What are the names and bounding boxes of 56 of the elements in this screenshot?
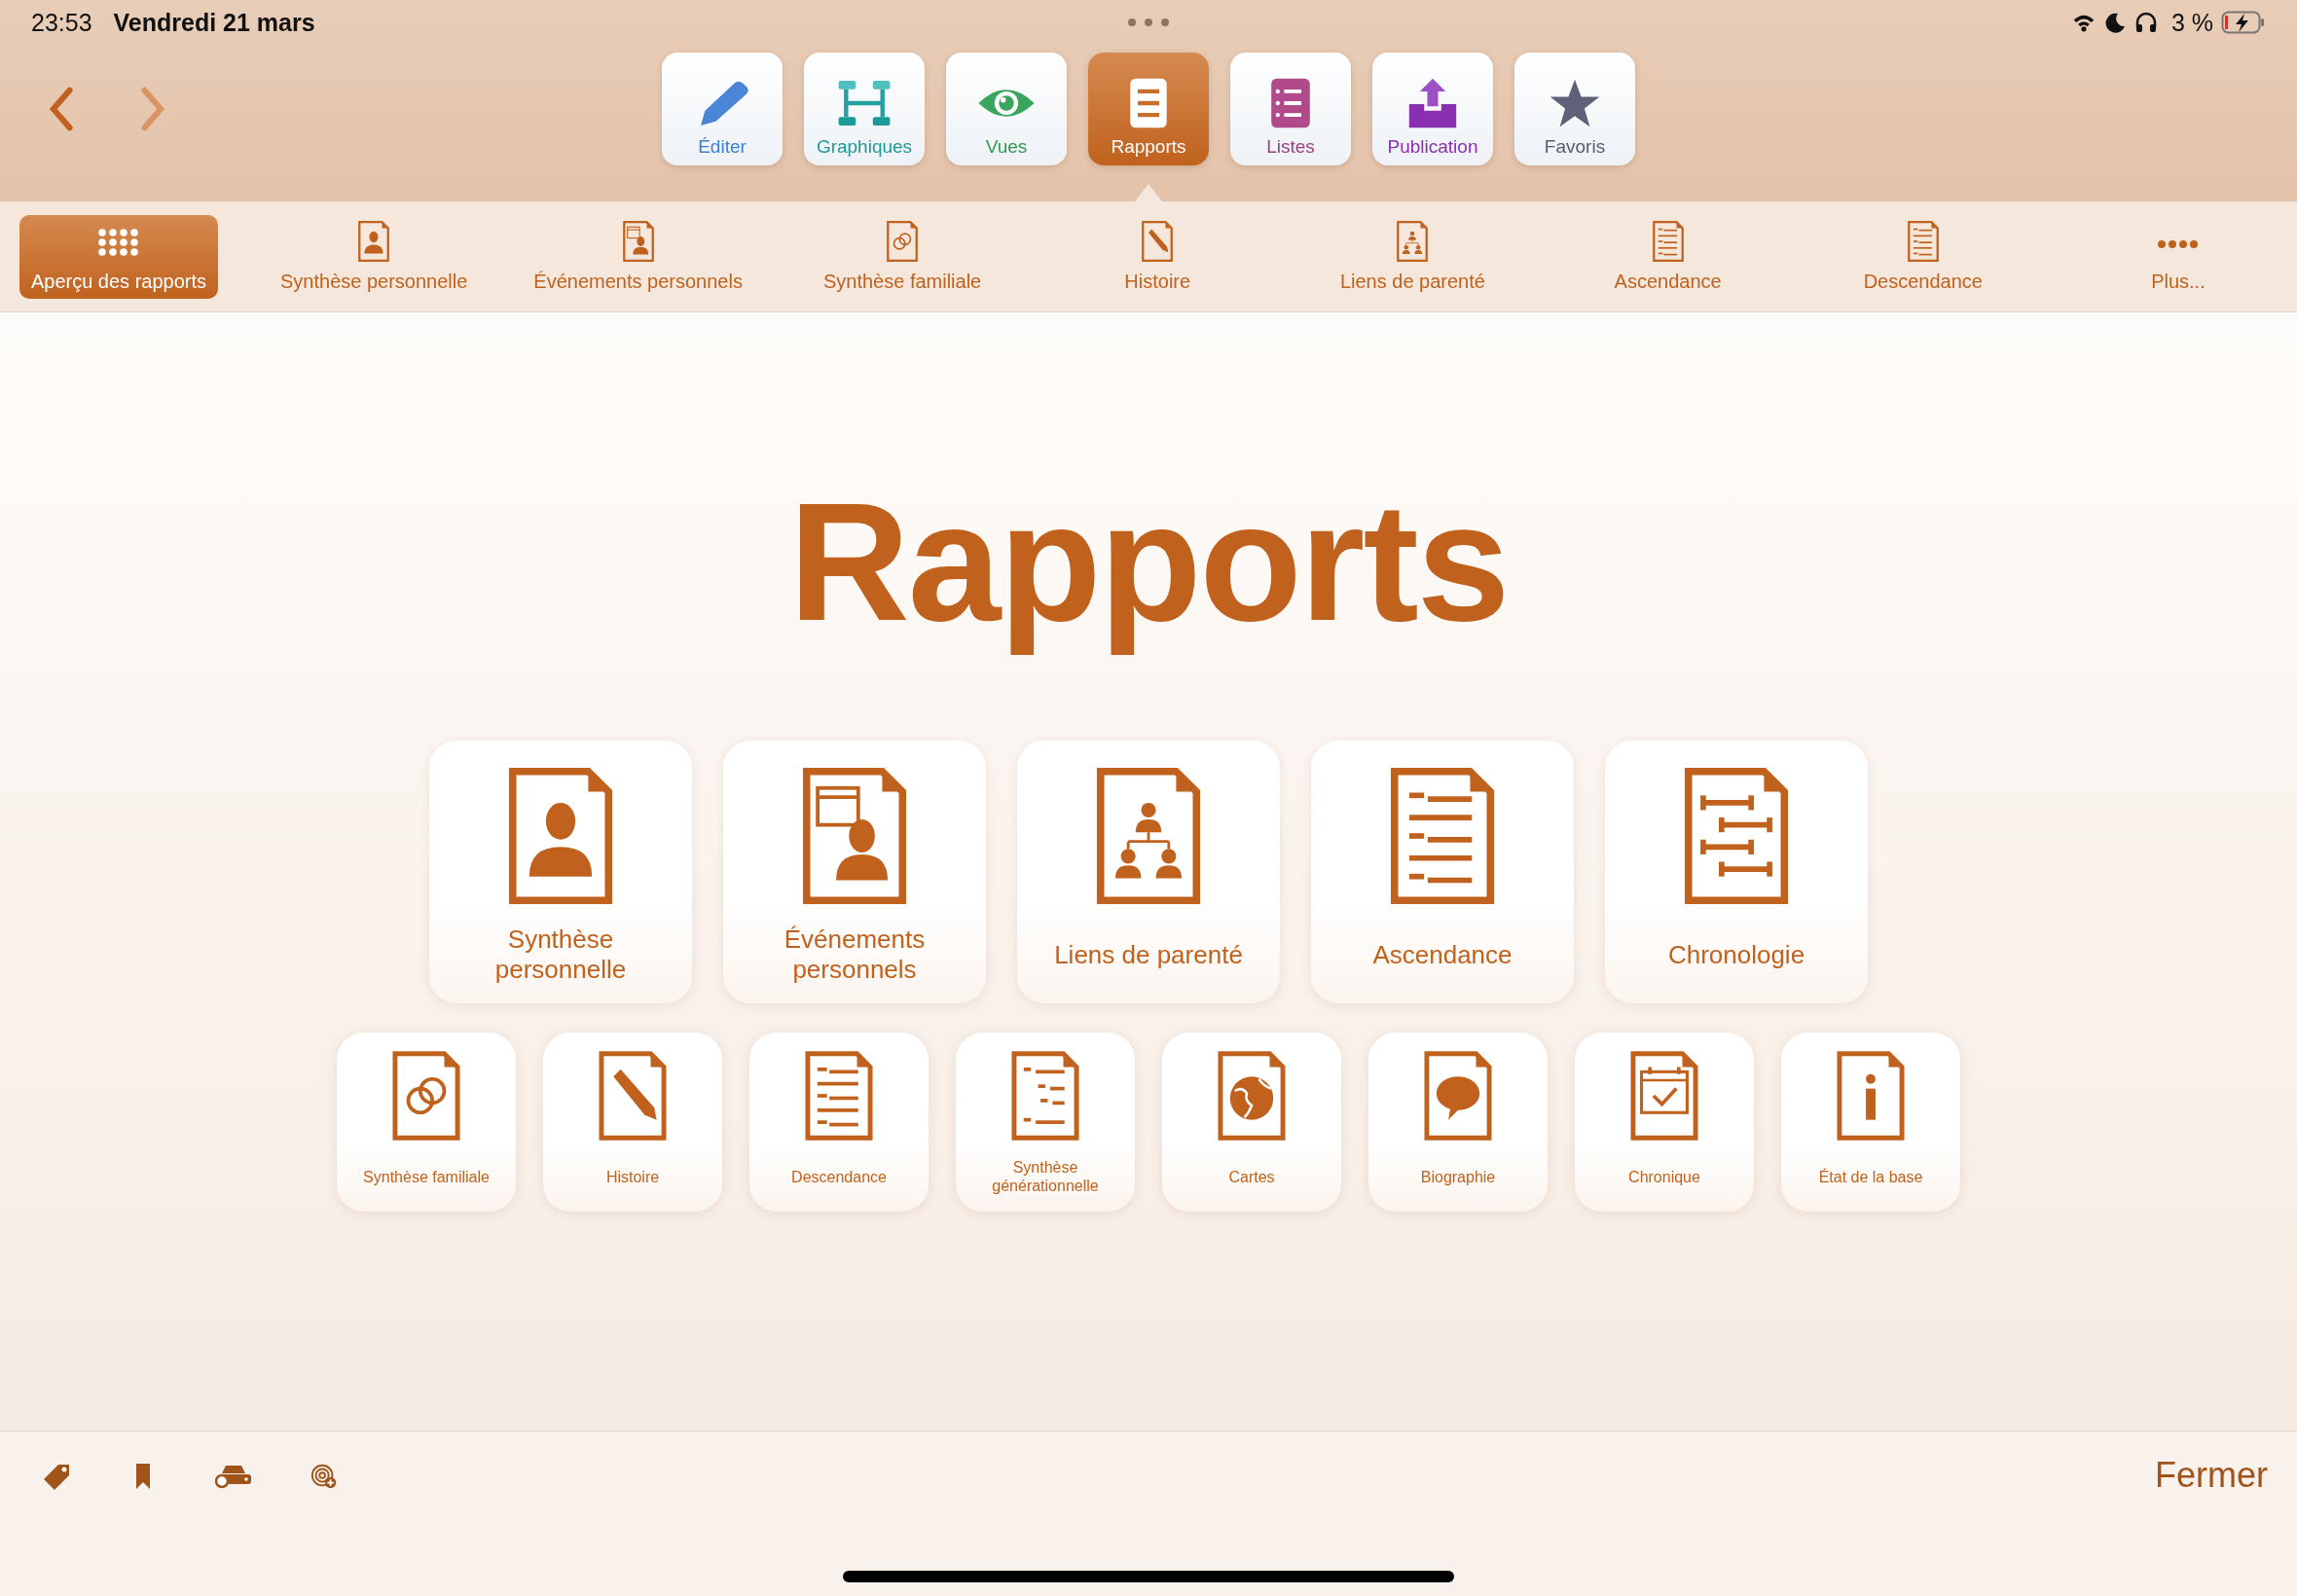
numbered-list-document-icon bbox=[803, 1050, 875, 1142]
toolbar-tab[interactable]: Publication bbox=[1372, 53, 1493, 165]
report-tab[interactable]: Aperçu des rapports bbox=[19, 214, 218, 299]
battery-percentage: 3 % bbox=[2170, 8, 2213, 37]
report-card[interactable]: Chronologie bbox=[1605, 741, 1868, 1003]
pencil-document-icon bbox=[1141, 219, 1175, 263]
report-tab[interactable]: Plus... bbox=[2078, 214, 2278, 299]
report-tab[interactable]: Événements personnels bbox=[529, 214, 747, 299]
report-tab[interactable]: Synthèse familiale bbox=[803, 214, 1003, 299]
rings-document-icon bbox=[390, 1050, 462, 1142]
status-time: 23:53 bbox=[31, 8, 92, 37]
numbered-list-document-icon bbox=[1906, 219, 1940, 263]
battery-charging-icon bbox=[2221, 11, 2266, 34]
toolbar-tab[interactable]: Favoris bbox=[1514, 53, 1635, 165]
report-card[interactable]: Biographie bbox=[1368, 1033, 1548, 1212]
rings-document-icon bbox=[886, 219, 920, 263]
report-tab[interactable]: Ascendance bbox=[1568, 214, 1768, 299]
toolbar-tab[interactable]: Graphiques bbox=[804, 53, 925, 165]
report-tab[interactable]: Histoire bbox=[1058, 214, 1258, 299]
toolbar-tab[interactable]: Listes bbox=[1230, 53, 1351, 165]
calendar-person-document-icon bbox=[621, 219, 655, 263]
person-document-icon bbox=[357, 219, 391, 263]
toolbar-tab[interactable]: Éditer bbox=[662, 53, 783, 165]
report-card[interactable]: Synthèse personnelle bbox=[429, 741, 692, 1003]
multitasking-dots-icon[interactable] bbox=[1127, 18, 1170, 27]
grid-icon bbox=[97, 227, 140, 257]
toolbar-tab[interactable]: Rapports bbox=[1088, 53, 1209, 165]
report-tab[interactable]: Descendance bbox=[1823, 214, 2023, 299]
numbered-outline-document-icon bbox=[1009, 1050, 1081, 1142]
report-card[interactable]: Synthèse générationnelle bbox=[956, 1033, 1135, 1212]
report-card[interactable]: Descendance bbox=[749, 1033, 929, 1212]
report-card[interactable]: Synthèse familiale bbox=[337, 1033, 516, 1212]
close-button[interactable]: Fermer bbox=[2155, 1455, 2268, 1496]
fingerprint-add-icon[interactable] bbox=[310, 1462, 339, 1491]
report-card[interactable]: Histoire bbox=[543, 1033, 722, 1212]
status-date: Vendredi 21 mars bbox=[113, 8, 315, 37]
report-card[interactable]: Ascendance bbox=[1311, 741, 1574, 1003]
report-card[interactable]: État de la base bbox=[1781, 1033, 1960, 1212]
report-tab[interactable]: Liens de parenté bbox=[1313, 214, 1513, 299]
page-title: Rapports bbox=[788, 478, 1509, 657]
numbered-list-document-icon bbox=[1651, 219, 1685, 263]
more-dots-icon bbox=[2156, 238, 2200, 249]
report-tab[interactable]: Synthèse personnelle bbox=[274, 214, 474, 299]
pencil-document-icon bbox=[597, 1050, 669, 1142]
globe-document-icon bbox=[1216, 1050, 1288, 1142]
tag-icon[interactable] bbox=[43, 1462, 72, 1491]
info-document-icon bbox=[1835, 1050, 1907, 1142]
report-card[interactable]: Liens de parenté bbox=[1017, 741, 1280, 1003]
calendar-check-document-icon bbox=[1628, 1050, 1700, 1142]
toolbar-tab[interactable]: Vues bbox=[946, 53, 1067, 165]
report-card[interactable]: Chronique bbox=[1575, 1033, 1754, 1212]
report-card[interactable]: Cartes bbox=[1162, 1033, 1341, 1212]
headphones-icon bbox=[2133, 12, 2158, 33]
report-card[interactable]: Événements personnels bbox=[723, 741, 986, 1003]
family-tree-document-icon bbox=[1396, 219, 1430, 263]
speech-bubble-document-icon bbox=[1422, 1050, 1494, 1142]
